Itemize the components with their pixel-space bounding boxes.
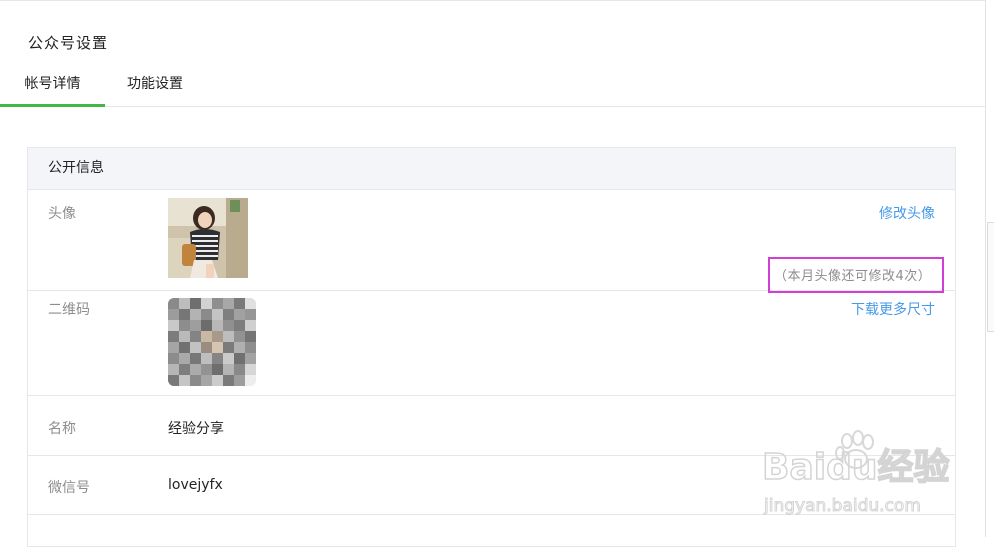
- name-label: 名称: [48, 421, 76, 437]
- qrcode-image: [168, 298, 256, 386]
- public-info-card: 公开信息 头像 修改头像 （本月头像还可修改4次） 二维码 下载更多尺寸 名称 …: [27, 147, 956, 547]
- qrcode-pixelated-icon: [168, 298, 256, 386]
- tab-bar: 帐号详情 功能设置: [0, 63, 986, 107]
- tab-function-settings[interactable]: 功能设置: [105, 63, 205, 106]
- tab-account-details[interactable]: 帐号详情: [0, 63, 105, 107]
- qrcode-label: 二维码: [48, 302, 90, 318]
- scrollbar[interactable]: [987, 222, 994, 332]
- settings-panel: 公众号设置 帐号详情 功能设置 公开信息 头像 修改头像 （本月头像还可修改4次…: [0, 0, 986, 547]
- avatar-change-quota: （本月头像还可修改4次）: [774, 269, 932, 284]
- wechat-id-value: lovejyfx: [168, 477, 223, 493]
- avatar-image: [168, 198, 248, 278]
- wechat-id-row: 微信号 lovejyfx: [28, 456, 955, 515]
- change-avatar-link[interactable]: 修改头像: [879, 203, 935, 223]
- download-more-sizes-link[interactable]: 下载更多尺寸: [851, 299, 935, 319]
- name-value: 经验分享: [168, 421, 224, 437]
- qrcode-row: 二维码 下载更多尺寸: [28, 291, 955, 396]
- avatar-row: 头像 修改头像 （本月头像还可修改4次）: [28, 189, 955, 293]
- card-header: 公开信息: [28, 148, 955, 190]
- page-title: 公众号设置: [28, 34, 109, 52]
- avatar: [168, 198, 248, 278]
- avatar-label: 头像: [48, 206, 76, 222]
- name-row: 名称 经验分享: [28, 396, 955, 456]
- wechat-id-label: 微信号: [48, 480, 90, 496]
